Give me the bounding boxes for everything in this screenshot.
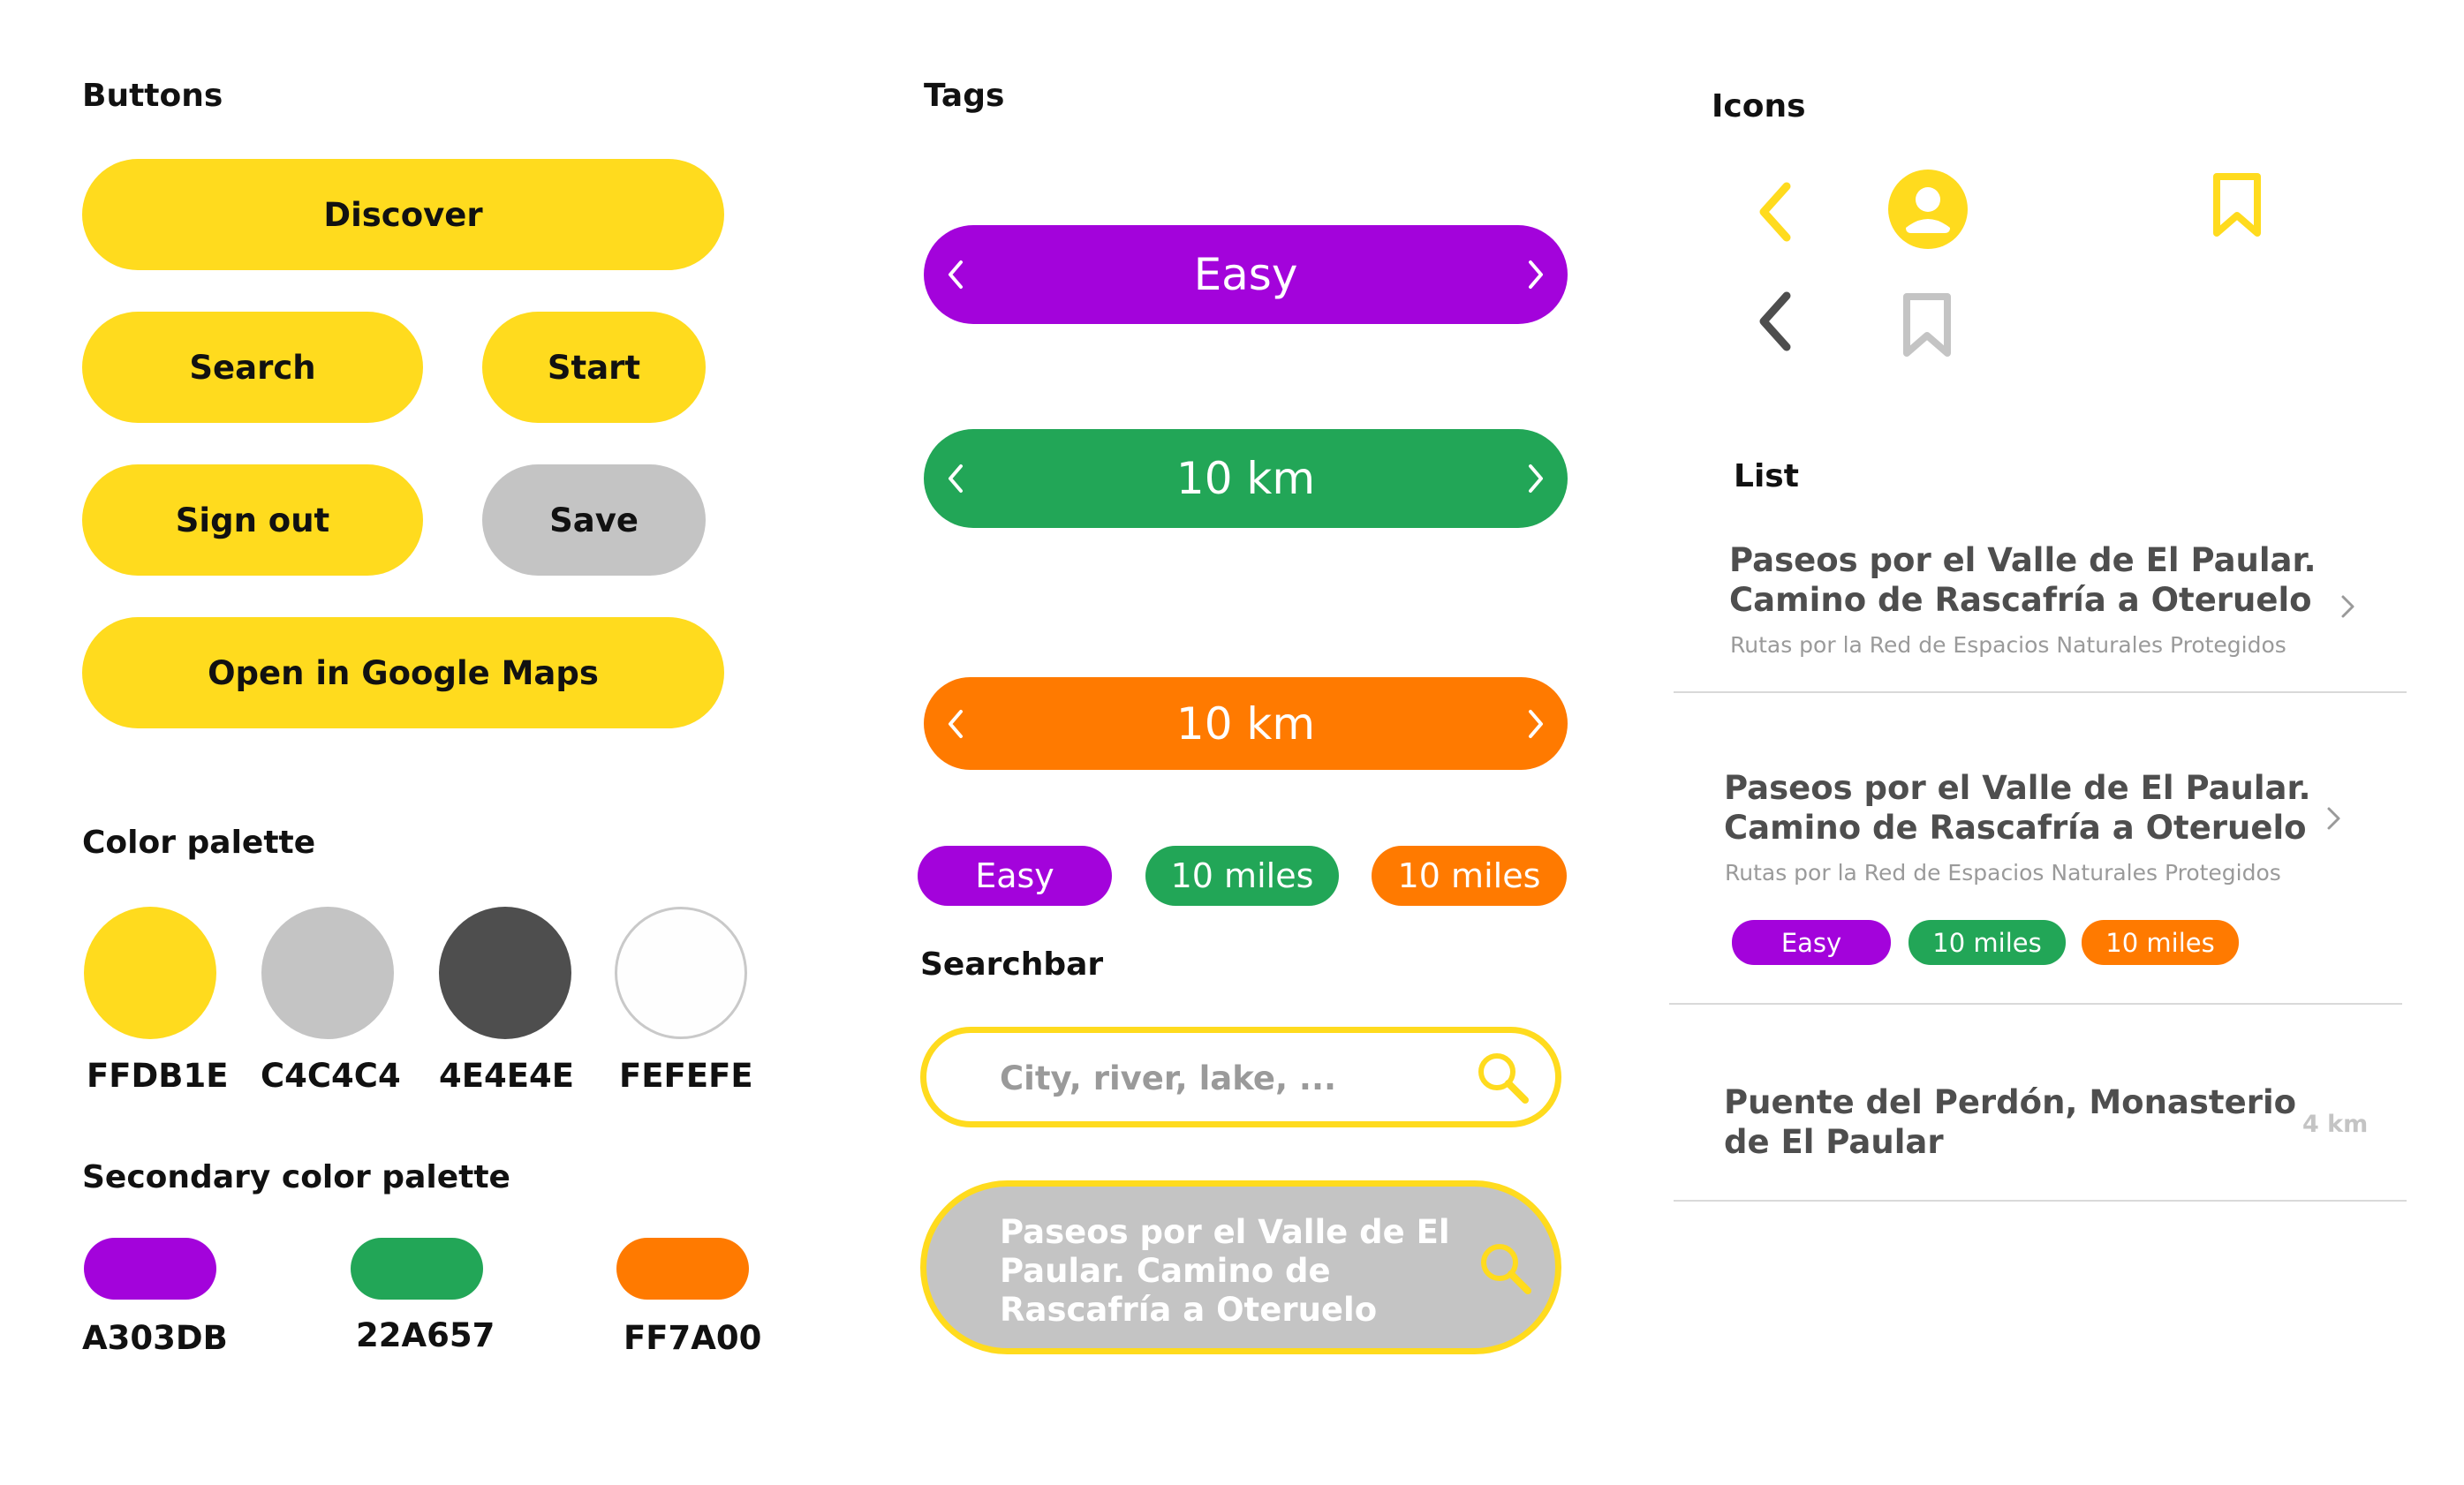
list-divider xyxy=(1674,1200,2407,1202)
list-item-title: Paseos por el Valle de El Paular. Camino… xyxy=(1729,540,2317,620)
chevron-right-icon[interactable] xyxy=(2324,803,2345,837)
save-button[interactable]: Save xyxy=(482,464,706,576)
bookmark-outline-icon[interactable] xyxy=(1901,291,1954,362)
color-palette-heading: Color palette xyxy=(82,825,316,861)
buttons-heading: Buttons xyxy=(82,78,223,114)
list-item-title-line: Paseos por el Valle de El Paular. xyxy=(1729,541,2317,579)
chevron-left-icon[interactable] xyxy=(943,706,966,742)
chevron-right-icon[interactable] xyxy=(1525,706,1548,742)
swatch-green xyxy=(351,1238,483,1300)
chevron-left-icon[interactable] xyxy=(943,461,966,496)
list-item-subtitle: Rutas por la Red de Espacios Naturales P… xyxy=(1725,860,2281,886)
list-item-title-line: Camino de Rascafría a Oteruelo xyxy=(1724,809,2307,847)
color-code: FEFEFE xyxy=(619,1057,753,1095)
tag-distance-large[interactable]: 10 km xyxy=(924,429,1568,528)
search-input[interactable]: City, river, lake, ... xyxy=(920,1027,1561,1127)
tag-chip-distance[interactable]: 10 miles xyxy=(2082,920,2239,965)
swatch-yellow xyxy=(84,907,216,1039)
swatch-white xyxy=(615,907,747,1039)
swatch-purple xyxy=(84,1238,216,1300)
chevron-left-icon[interactable] xyxy=(943,257,966,292)
tag-label: Easy xyxy=(1193,249,1298,300)
chevron-left-icon[interactable] xyxy=(1755,290,1795,356)
search-value-line: Paular. Camino de xyxy=(1000,1252,1331,1290)
tag-chip-difficulty[interactable]: Easy xyxy=(918,846,1112,906)
swatch-dark-gray xyxy=(439,907,571,1039)
swatch-light-gray xyxy=(261,907,394,1039)
color-code: 4E4E4E xyxy=(439,1057,575,1095)
search-icon[interactable] xyxy=(1477,1240,1535,1301)
search-value-line: Rascafría a Oteruelo xyxy=(1000,1291,1378,1329)
tag-distance-large[interactable]: 10 km xyxy=(924,677,1568,770)
color-code: 22A657 xyxy=(356,1316,495,1354)
open-in-google-maps-button[interactable]: Open in Google Maps xyxy=(82,617,724,728)
color-code: C4C4C4 xyxy=(261,1057,401,1095)
tags-heading: Tags xyxy=(924,78,1005,114)
user-circle-icon[interactable] xyxy=(1888,170,1968,253)
list-heading: List xyxy=(1734,458,1799,494)
tag-label: 10 km xyxy=(1175,453,1316,504)
list-divider xyxy=(1669,1003,2402,1005)
list-item-title-line: Paseos por el Valle de El Paular. xyxy=(1724,769,2311,807)
sign-out-button[interactable]: Sign out xyxy=(82,464,423,576)
list-item[interactable]: Paseos por el Valle de El Paular. Camino… xyxy=(1674,759,2407,971)
list-item-title-line: de El Paular xyxy=(1724,1123,1944,1161)
search-value-line: Paseos por el Valle de El xyxy=(1000,1213,1450,1251)
icons-heading: Icons xyxy=(1712,88,1806,124)
list-item-title-line: Puente del Perdón, Monasterio xyxy=(1724,1083,2297,1121)
list-item-title: Paseos por el Valle de El Paular. Camino… xyxy=(1724,768,2311,848)
search-icon[interactable] xyxy=(1474,1049,1532,1111)
list-divider xyxy=(1674,691,2407,693)
chevron-right-icon[interactable] xyxy=(1525,461,1548,496)
search-placeholder: City, river, lake, ... xyxy=(1000,1059,1337,1097)
start-button[interactable]: Start xyxy=(482,312,706,423)
searchbar-heading: Searchbar xyxy=(920,946,1104,983)
list-item-title: Puente del Perdón, Monasterio de El Paul… xyxy=(1724,1082,2296,1162)
chevron-left-icon[interactable] xyxy=(1755,181,1795,246)
list-item[interactable]: Paseos por el Valle de El Paular. Camino… xyxy=(1674,530,2407,692)
bookmark-icon[interactable] xyxy=(2211,171,2264,242)
search-button[interactable]: Search xyxy=(82,312,423,423)
list-item[interactable]: Puente del Perdón, Monasterio de El Paul… xyxy=(1674,1068,2407,1201)
tag-chip-distance[interactable]: 10 miles xyxy=(1908,920,2066,965)
tag-label: 10 km xyxy=(1175,697,1316,750)
tag-difficulty-large[interactable]: Easy xyxy=(924,225,1568,324)
chevron-right-icon[interactable] xyxy=(2338,592,2359,625)
swatch-orange xyxy=(616,1238,749,1300)
tag-chip-distance[interactable]: 10 miles xyxy=(1372,846,1567,906)
tag-chip-distance[interactable]: 10 miles xyxy=(1145,846,1339,906)
search-value: Paseos por el Valle de El Paular. Camino… xyxy=(1000,1213,1450,1330)
list-item-distance: 4 km xyxy=(2302,1111,2369,1138)
color-code: FF7A00 xyxy=(624,1319,762,1357)
discover-button[interactable]: Discover xyxy=(82,159,724,270)
color-code: A303DB xyxy=(82,1319,228,1357)
tag-chip-difficulty[interactable]: Easy xyxy=(1732,920,1891,965)
chevron-right-icon[interactable] xyxy=(1525,257,1548,292)
secondary-palette-heading: Secondary color palette xyxy=(82,1159,510,1195)
search-input-filled[interactable]: Paseos por el Valle de El Paular. Camino… xyxy=(920,1180,1561,1354)
color-code: FFDB1E xyxy=(87,1057,229,1095)
list-item-subtitle: Rutas por la Red de Espacios Naturales P… xyxy=(1730,632,2286,658)
list-item-title-line: Camino de Rascafría a Oteruelo xyxy=(1729,581,2312,619)
